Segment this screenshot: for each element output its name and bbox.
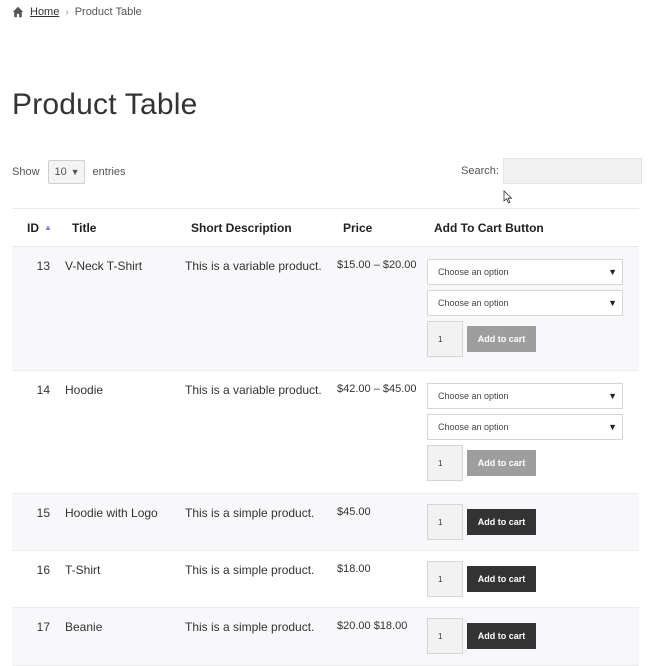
product-short-description: This is a simple product. <box>185 506 315 520</box>
chevron-down-icon: ▼ <box>608 422 617 432</box>
product-price: $42.00 – $45.00 <box>337 383 417 395</box>
page-title: Product Table <box>12 88 198 121</box>
product-short-description: This is a simple product. <box>185 620 315 634</box>
product-title: Beanie <box>65 620 103 634</box>
table-row: 16 T-Shirt This is a simple product. $18… <box>12 551 639 608</box>
variation-select[interactable]: Choose an option ▼ <box>427 259 623 285</box>
search-control: Search: <box>461 158 642 184</box>
add-to-cart-button[interactable]: Add to cart <box>467 566 536 592</box>
add-to-cart-form: 1 Add to cart <box>427 561 623 597</box>
entries-per-page-select[interactable]: 10 ▼ <box>47 160 85 184</box>
add-to-cart-form: Choose an option ▼ Choose an option ▼ 1 Ad… <box>427 259 623 357</box>
product-id: 13 <box>36 259 50 273</box>
product-title: V-Neck T-Shirt <box>65 259 143 273</box>
entries-label: entries <box>92 166 126 178</box>
entries-per-page-value: 10 <box>54 166 67 178</box>
quantity-input[interactable]: 1 <box>427 561 463 597</box>
product-short-description: This is a variable product. <box>185 383 322 397</box>
add-to-cart-button[interactable]: Add to cart <box>467 509 536 535</box>
product-title: Hoodie <box>65 383 104 397</box>
table-row: 14 Hoodie This is a variable product. $4… <box>12 371 639 494</box>
product-short-description: This is a simple product. <box>185 563 315 577</box>
home-icon <box>12 6 24 18</box>
product-id: 14 <box>36 383 50 397</box>
table-row: 15 Hoodie with Logo This is a simple pro… <box>12 494 639 551</box>
product-id: 15 <box>36 506 50 520</box>
variation-select[interactable]: Choose an option ▼ <box>427 290 623 316</box>
product-title: T-Shirt <box>65 563 101 577</box>
table-row: 17 Beanie This is a simple product. $20.… <box>12 608 639 666</box>
column-header-short-description[interactable]: Short Description <box>191 221 292 235</box>
column-header-id[interactable]: ID ▲ <box>27 221 52 235</box>
product-title: Hoodie with Logo <box>65 506 158 520</box>
table-row: 13 V-Neck T-Shirt This is a variable pro… <box>12 247 639 371</box>
breadcrumb-home-link[interactable]: Home <box>30 6 59 18</box>
sort-ascending-icon: ▲ <box>44 223 52 232</box>
product-short-description: This is a variable product. <box>185 259 322 273</box>
add-to-cart-form: Choose an option ▼ Choose an option ▼ 1 Ad… <box>427 383 623 481</box>
quantity-input[interactable]: 1 <box>427 504 463 540</box>
add-to-cart-form: 1 Add to cart <box>427 504 623 540</box>
search-input[interactable] <box>502 158 642 184</box>
show-label: Show <box>12 166 40 178</box>
add-to-cart-button[interactable]: Add to cart <box>467 326 536 352</box>
product-table: ID ▲ Title Short Description Price Add To… <box>12 208 639 666</box>
quantity-input[interactable]: 1 <box>427 321 463 357</box>
breadcrumb-separator: › <box>65 6 69 18</box>
quantity-input[interactable]: 1 <box>427 445 463 481</box>
product-price: $45.00 <box>337 506 371 518</box>
column-header-price[interactable]: Price <box>343 221 372 235</box>
table-header: ID ▲ Title Short Description Price Add To… <box>12 209 639 247</box>
add-to-cart-form: 1 Add to cart <box>427 618 623 654</box>
variation-select[interactable]: Choose an option ▼ <box>427 414 623 440</box>
chevron-down-icon: ▼ <box>608 298 617 308</box>
column-header-add-to-cart[interactable]: Add To Cart Button <box>434 221 544 235</box>
column-header-title[interactable]: Title <box>72 221 96 235</box>
product-id: 16 <box>36 563 50 577</box>
add-to-cart-button[interactable]: Add to cart <box>467 623 536 649</box>
variation-select[interactable]: Choose an option ▼ <box>427 383 623 409</box>
product-id: 17 <box>36 620 50 634</box>
search-label: Search: <box>461 165 499 177</box>
product-price: $18.00 <box>337 563 371 575</box>
entries-length-control: Show 10 ▼ entries <box>12 160 126 184</box>
quantity-input[interactable]: 1 <box>427 618 463 654</box>
chevron-down-icon: ▼ <box>608 267 617 277</box>
product-price: $20.00 $18.00 <box>337 620 408 632</box>
chevron-down-icon: ▼ <box>70 167 80 177</box>
chevron-down-icon: ▼ <box>608 391 617 401</box>
mouse-cursor-icon <box>503 190 513 204</box>
add-to-cart-button[interactable]: Add to cart <box>467 450 536 476</box>
product-price: $15.00 – $20.00 <box>337 259 417 271</box>
breadcrumb-current: Product Table <box>74 6 142 18</box>
breadcrumb: Home › Product Table <box>12 6 142 18</box>
